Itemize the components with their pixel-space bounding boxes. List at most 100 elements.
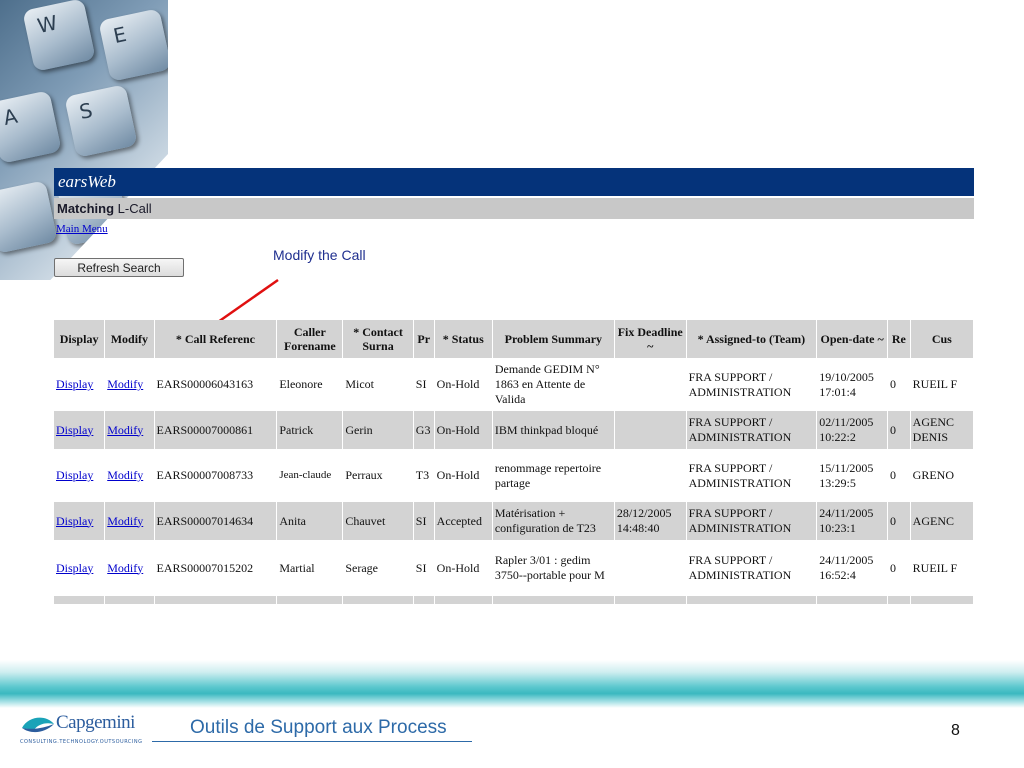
modify-link[interactable]: Modify <box>107 561 143 575</box>
footer-title: Outils de Support aux Process <box>190 717 447 738</box>
keyboard-key: S <box>64 84 138 158</box>
contact-surname: Micot <box>343 358 414 411</box>
assigned-team: FRA SUPPORT / ADMINISTRATION <box>686 540 818 596</box>
calls-table-container: Display Modify * Call Referenc Caller Fo… <box>54 320 974 636</box>
open-date: 19/10/2005 17:01:4 <box>817 358 889 411</box>
customer: AGENC <box>910 502 974 540</box>
col-header-fix-deadline[interactable]: Fix Deadline ~ <box>614 320 687 358</box>
call-reference: EARS00007014634 <box>154 502 278 540</box>
refresh-search-button[interactable]: Refresh Search <box>54 258 184 277</box>
call-reference: EARS00006043163 <box>154 358 278 411</box>
caller-forename: Eleonore <box>277 358 344 411</box>
display-link[interactable]: Display <box>56 561 93 575</box>
table-row-partial <box>54 596 974 604</box>
logo-wordmark: Capgemini <box>56 712 135 733</box>
assigned-team: FRA SUPPORT / ADMINISTRATION <box>686 449 818 502</box>
problem-summary: Matérisation + configuration de T23 <box>492 502 615 540</box>
footer-band <box>0 660 1024 708</box>
col-header-priority[interactable]: Pr <box>413 320 435 358</box>
priority: G3 <box>413 411 435 449</box>
assigned-team: FRA SUPPORT / ADMINISTRATION <box>686 502 818 540</box>
caller-forename: Martial <box>277 540 344 596</box>
app-header: earsWeb <box>54 168 974 196</box>
contact-surname: Chauvet <box>343 502 414 540</box>
calls-table: Display Modify * Call Referenc Caller Fo… <box>54 320 974 604</box>
status: On-Hold <box>434 540 493 596</box>
table-row: Display Modify EARS00007015202 Martial S… <box>54 540 974 596</box>
col-header-customer[interactable]: Cus <box>910 320 974 358</box>
capgemini-logo: Capgemini CONSULTING.TECHNOLOGY.OUTSOURC… <box>20 712 150 748</box>
open-date: 15/11/2005 13:29:5 <box>817 449 889 502</box>
callout-label: Modify the Call <box>273 247 366 263</box>
fix-deadline <box>614 358 687 411</box>
modify-link[interactable]: Modify <box>107 514 143 528</box>
page-subheader: Matching L-Call <box>54 198 974 219</box>
customer: RUEIL F <box>910 540 974 596</box>
fix-deadline <box>614 449 687 502</box>
col-header-caller-forename[interactable]: Caller Forename <box>277 320 344 358</box>
status: On-Hold <box>434 358 493 411</box>
col-header-call-reference[interactable]: * Call Referenc <box>154 320 278 358</box>
logo-tagline: CONSULTING.TECHNOLOGY.OUTSOURCING <box>20 739 143 745</box>
col-header-contact-surname[interactable]: * Contact Surna <box>343 320 414 358</box>
open-date: 24/11/2005 10:23:1 <box>817 502 889 540</box>
footer-underline <box>152 741 472 742</box>
status: On-Hold <box>434 449 493 502</box>
re-count: 0 <box>888 358 911 411</box>
keyboard-key: E <box>98 8 168 82</box>
col-header-re[interactable]: Re <box>888 320 911 358</box>
keyboard-key: A <box>0 90 62 164</box>
display-link[interactable]: Display <box>56 468 93 482</box>
call-reference: EARS00007000861 <box>154 411 278 449</box>
modify-link[interactable]: Modify <box>107 423 143 437</box>
display-link[interactable]: Display <box>56 423 93 437</box>
subheader-context: L-Call <box>114 201 152 216</box>
spade-logo-icon <box>22 717 54 733</box>
problem-summary: Demande GEDIM N° 1863 en Attente de Vali… <box>492 358 615 411</box>
re-count: 0 <box>888 540 911 596</box>
col-header-modify[interactable]: Modify <box>105 320 155 358</box>
priority: T3 <box>413 449 435 502</box>
re-count: 0 <box>888 502 911 540</box>
main-menu-link[interactable]: Main Menu <box>56 223 108 235</box>
col-header-problem-summary[interactable]: Problem Summary <box>492 320 615 358</box>
problem-summary: IBM thinkpad bloqué <box>492 411 615 449</box>
contact-surname: Gerin <box>343 411 414 449</box>
caller-forename: Anita <box>277 502 344 540</box>
col-header-display[interactable]: Display <box>54 320 106 358</box>
status: On-Hold <box>434 411 493 449</box>
status: Accepted <box>434 502 493 540</box>
page-number: 8 <box>951 722 960 739</box>
re-count: 0 <box>888 449 911 502</box>
customer: GRENO <box>910 449 974 502</box>
open-date: 02/11/2005 10:22:2 <box>817 411 889 449</box>
col-header-status[interactable]: * Status <box>434 320 493 358</box>
open-date: 24/11/2005 16:52:4 <box>817 540 889 596</box>
col-header-open-date[interactable]: Open-date ~ <box>817 320 889 358</box>
caller-forename: Patrick <box>277 411 344 449</box>
fix-deadline <box>614 411 687 449</box>
customer: AGENC DENIS <box>910 411 974 449</box>
priority: SI <box>413 502 435 540</box>
modify-link[interactable]: Modify <box>107 468 143 482</box>
priority: SI <box>413 358 435 411</box>
fix-deadline <box>614 540 687 596</box>
call-reference: EARS00007015202 <box>154 540 278 596</box>
assigned-team: FRA SUPPORT / ADMINISTRATION <box>686 358 818 411</box>
fix-deadline: 28/12/2005 14:48:40 <box>614 502 687 540</box>
keyboard-key <box>0 180 58 254</box>
modify-link[interactable]: Modify <box>107 377 143 391</box>
table-row: Display Modify EARS00007000861 Patrick G… <box>54 411 974 449</box>
keyboard-decoration: W E A S <box>0 0 168 280</box>
col-header-assigned-team[interactable]: * Assigned-to (Team) <box>686 320 818 358</box>
call-reference: EARS00007008733 <box>154 449 278 502</box>
caller-forename: Jean-claude <box>277 449 344 502</box>
re-count: 0 <box>888 411 911 449</box>
table-row: Display Modify EARS00007014634 Anita Cha… <box>54 502 974 540</box>
table-header-row: Display Modify * Call Referenc Caller Fo… <box>54 320 974 358</box>
contact-surname: Serage <box>343 540 414 596</box>
display-link[interactable]: Display <box>56 514 93 528</box>
display-link[interactable]: Display <box>56 377 93 391</box>
problem-summary: Rapler 3/01 : gedim 3750--portable pour … <box>492 540 615 596</box>
problem-summary: renommage repertoire partage <box>492 449 615 502</box>
